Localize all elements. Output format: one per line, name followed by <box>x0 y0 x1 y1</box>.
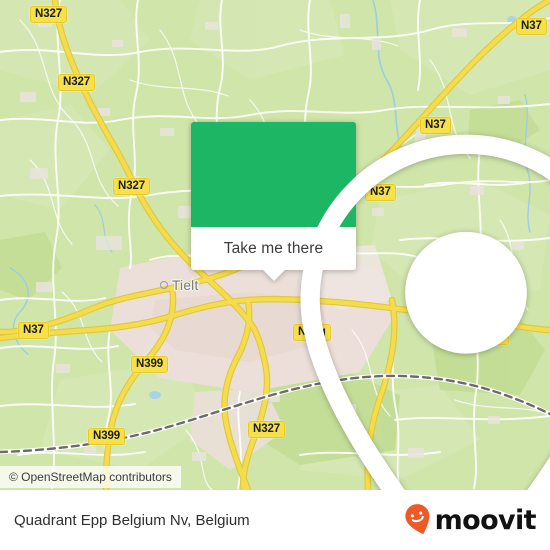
moovit-wordmark: moovit <box>434 504 537 536</box>
destination-popup-card[interactable]: Take me there <box>191 122 550 490</box>
popup-footer[interactable]: Take me there <box>191 227 356 281</box>
map-pin-icon <box>300 134 550 490</box>
osm-attribution[interactable]: © OpenStreetMap contributors <box>0 466 181 488</box>
place-title: Quadrant Epp Belgium Nv, Belgium <box>14 511 250 529</box>
place-marker-tielt <box>160 281 168 289</box>
road-shield[interactable]: N327 <box>113 178 151 195</box>
take-me-there-label: Take me there <box>223 239 324 257</box>
road-shield[interactable]: N37 <box>516 18 547 35</box>
road-shield[interactable]: N399 <box>88 428 126 445</box>
footer-bar: Quadrant Epp Belgium Nv, Belgium moovit <box>0 490 550 550</box>
popup-header <box>191 122 550 490</box>
road-shield[interactable]: N327 <box>58 74 96 91</box>
road-shield[interactable]: N327 <box>30 6 68 23</box>
map-canvas[interactable]: Tielt N327 N327 N327 N37 N37 N37 N37 N35… <box>0 0 550 490</box>
osm-attribution-text: © OpenStreetMap contributors <box>9 470 172 484</box>
road-shield[interactable]: N399 <box>131 356 169 373</box>
road-shield[interactable]: N37 <box>18 322 49 339</box>
popup-pointer-tail <box>262 270 285 281</box>
moovit-pin-smile-icon <box>405 504 429 535</box>
moovit-brand[interactable]: moovit <box>403 503 537 537</box>
moovit-map-screenshot: Tielt N327 N327 N327 N37 N37 N37 N37 N35… <box>0 0 550 550</box>
